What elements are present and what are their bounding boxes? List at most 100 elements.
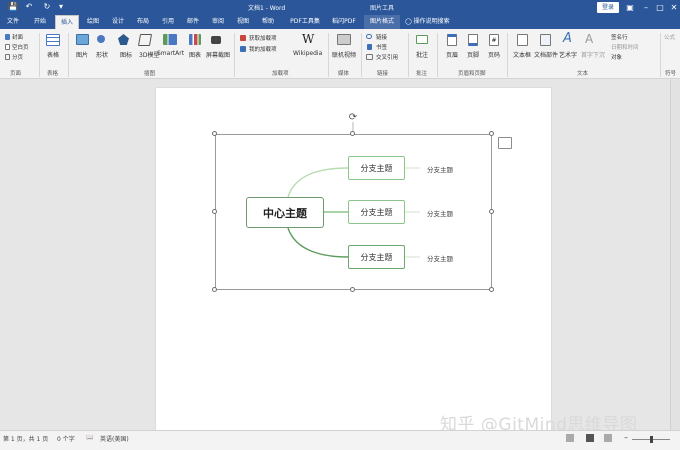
footer-button[interactable]: 页脚 — [467, 50, 479, 59]
icons-button[interactable]: 图标 — [120, 50, 132, 59]
zoom-slider-thumb[interactable] — [650, 436, 653, 443]
smartart-icon — [163, 34, 177, 45]
central-topic-node[interactable]: 中心主题 — [246, 197, 324, 228]
my-addins-button[interactable]: 我的加载项 — [249, 45, 277, 53]
read-mode-icon[interactable] — [566, 434, 574, 442]
smartart-button[interactable]: SmartArt — [157, 50, 184, 57]
layout-options-icon[interactable] — [498, 137, 512, 149]
subtopic-label[interactable]: 分支主题 — [427, 208, 453, 218]
separator — [660, 33, 661, 77]
textbox-button[interactable]: 文本框 — [513, 50, 531, 59]
resize-handle-left[interactable] — [212, 209, 217, 214]
wikipedia-icon: W — [302, 32, 315, 46]
lightbulb-icon: ◯ — [405, 18, 412, 25]
login-button[interactable]: 登录 — [597, 2, 619, 13]
3d-model-icon — [137, 34, 153, 46]
picture-button[interactable]: 图片 — [76, 50, 88, 59]
page-number-button[interactable]: 页码 — [488, 50, 500, 59]
rotate-handle-icon[interactable]: ⟳ — [347, 112, 359, 124]
tab-draw[interactable]: 绘图 — [82, 15, 104, 29]
tab-design[interactable]: 设计 — [107, 15, 129, 29]
save-icon[interactable]: 💾 — [6, 1, 20, 13]
tab-file[interactable]: 文件 — [2, 15, 24, 29]
page-count[interactable]: 第 1 页，共 1 页 — [3, 434, 48, 443]
vertical-scrollbar[interactable] — [670, 80, 680, 430]
web-layout-icon[interactable] — [604, 434, 612, 442]
blank-page-button[interactable]: 空白页 — [12, 43, 29, 51]
tab-help[interactable]: 帮助 — [257, 15, 279, 29]
link-button[interactable]: 链接 — [376, 33, 387, 41]
quick-parts-button[interactable]: 文档部件 — [534, 50, 558, 59]
subtopic-label[interactable]: 分支主题 — [427, 164, 453, 174]
print-layout-icon[interactable] — [586, 434, 594, 442]
proofing-icon[interactable]: 📖 — [86, 434, 93, 441]
date-time-button[interactable]: 日期和时间 — [611, 43, 639, 51]
group-label-pages: 页面 — [10, 71, 22, 77]
chart-button[interactable]: 图表 — [189, 50, 201, 59]
cross-reference-button[interactable]: 交叉引用 — [376, 53, 398, 61]
word-window: 💾 ↶ ↻ ▾ 文档1 - Word 图片工具 登录 ▣ – □ ✕ 文件 开始… — [0, 0, 680, 450]
status-bar: 第 1 页，共 1 页 0 个字 📖 英语(美国) – — [0, 430, 680, 450]
tab-pdf-tools[interactable]: PDF工具集 — [285, 15, 325, 29]
link-icon — [366, 34, 372, 39]
title-bar: 💾 ↶ ↻ ▾ 文档1 - Word 图片工具 登录 ▣ – □ ✕ — [0, 0, 680, 15]
customize-qat-icon[interactable]: ▾ — [54, 1, 68, 13]
dropcap-icon: A — [585, 32, 594, 46]
signature-line-button[interactable]: 签名行 — [611, 33, 628, 41]
object-button[interactable]: 对象 — [611, 53, 622, 61]
resize-handle-top[interactable] — [350, 131, 355, 136]
resize-handle-right[interactable] — [489, 209, 494, 214]
tab-mailings[interactable]: 邮件 — [182, 15, 204, 29]
group-label-header-footer: 页眉和页脚 — [458, 71, 486, 77]
bookmark-button[interactable]: 书签 — [376, 43, 387, 51]
cover-page-button[interactable]: 封面 — [12, 33, 23, 41]
tell-me-search[interactable]: ◯ 操作说明搜索 — [405, 15, 467, 29]
zoom-out-icon[interactable]: – — [624, 433, 628, 442]
picture-tools-title: 图片工具 — [370, 5, 395, 12]
tab-picture-format[interactable]: 图片格式 — [364, 15, 400, 29]
tab-layout[interactable]: 布局 — [132, 15, 154, 29]
equation-button[interactable]: 公式 — [664, 33, 675, 41]
branch-topic-node[interactable]: 分支主题 — [348, 200, 405, 224]
header-button[interactable]: 页眉 — [446, 50, 458, 59]
screenshot-icon — [211, 36, 221, 44]
bookmark-icon — [367, 44, 372, 50]
wikipedia-button[interactable]: Wikipedia — [293, 50, 322, 57]
group-label-illustrations: 插图 — [144, 71, 156, 77]
table-button[interactable]: 表格 — [47, 50, 59, 59]
comment-button[interactable]: 批注 — [416, 50, 428, 59]
table-icon — [46, 34, 60, 46]
wordart-button[interactable]: 艺术字 — [559, 50, 577, 59]
subtopic-label[interactable]: 分支主题 — [427, 253, 453, 263]
redo-icon[interactable]: ↻ — [40, 1, 54, 13]
resize-handle-top-right[interactable] — [489, 131, 494, 136]
language-indicator[interactable]: 英语(美国) — [100, 434, 129, 443]
ribbon-display-icon[interactable]: ▣ — [622, 0, 638, 15]
tab-home[interactable]: 开始 — [28, 15, 52, 29]
resize-handle-bottom-left[interactable] — [212, 287, 217, 292]
resize-handle-bottom-right[interactable] — [489, 287, 494, 292]
icons-icon — [118, 34, 129, 45]
tab-references[interactable]: 引用 — [157, 15, 179, 29]
document-title: 文档1 - Word — [248, 5, 286, 12]
resize-handle-bottom[interactable] — [350, 287, 355, 292]
online-video-button[interactable]: 联机视频 — [332, 50, 356, 59]
tab-pdf[interactable]: 稻闪PDF — [328, 15, 360, 29]
separator — [68, 33, 69, 77]
branch-topic-node[interactable]: 分支主题 — [348, 156, 405, 180]
dropcap-button[interactable]: 首字下沉 — [581, 50, 605, 59]
resize-handle-top-left[interactable] — [212, 131, 217, 136]
shapes-button[interactable]: 形状 — [96, 50, 108, 59]
screenshot-button[interactable]: 屏幕截图 — [206, 50, 230, 59]
tab-view[interactable]: 视图 — [232, 15, 254, 29]
comment-icon — [416, 35, 428, 44]
get-addins-button[interactable]: 获取加载项 — [249, 34, 277, 42]
tab-insert[interactable]: 插入 — [55, 15, 79, 29]
tab-review[interactable]: 审阅 — [207, 15, 229, 29]
page-break-button[interactable]: 分页 — [12, 53, 23, 61]
blank-page-icon — [5, 44, 10, 50]
undo-icon[interactable]: ↶ — [22, 1, 36, 13]
word-count[interactable]: 0 个字 — [57, 434, 75, 443]
close-icon[interactable]: ✕ — [666, 0, 680, 15]
branch-topic-node[interactable]: 分支主题 — [348, 245, 405, 269]
